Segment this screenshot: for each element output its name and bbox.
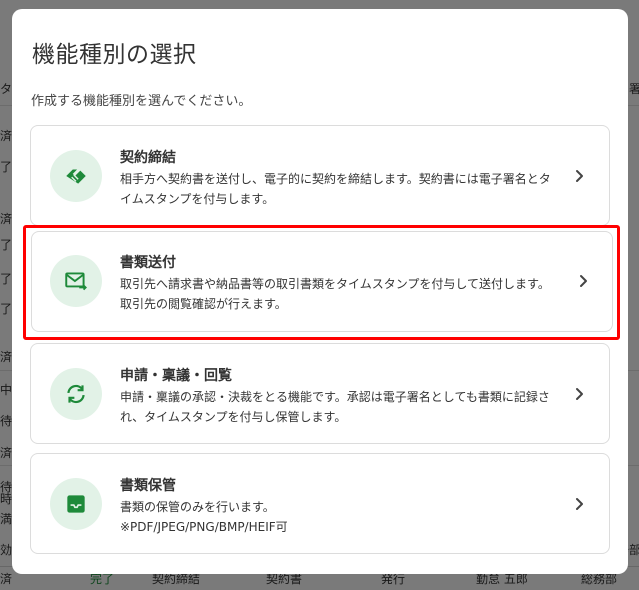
option-title: 申請・稟議・回覧 (120, 368, 232, 384)
chevron-right-icon (576, 498, 583, 510)
option-storage[interactable]: 書類保管 書類の保管のみを行います。 ※PDF/JPEG/PNG/BMP/HEI… (30, 453, 610, 554)
option-contract[interactable]: 契約締結 相手方へ契約書を送付し、電子的に契約を締結します。契約書には電子署名と… (30, 125, 610, 226)
option-description-note: ※PDF/JPEG/PNG/BMP/HEIF可 (120, 520, 288, 534)
option-description: 相手方へ契約書を送付し、電子的に契約を締結します。契約書には電子署名とタイムスタ… (120, 172, 551, 206)
sync-icon (50, 368, 102, 420)
handshake-icon (50, 150, 102, 202)
inbox-icon (50, 478, 102, 530)
option-description: 取引先へ請求書や納品書等の取引書類をタイムスタンプを付与して送付します。取引先の… (120, 277, 550, 311)
option-title: 書類保管 (120, 478, 176, 494)
option-description: 書類の保管のみを行います。 ※PDF/JPEG/PNG/BMP/HEIF可 (120, 497, 560, 537)
chevron-right-icon (580, 275, 587, 287)
option-document-send[interactable]: 書類送付 取引先へ請求書や納品書等の取引書類をタイムスタンプを付与して送付します… (23, 225, 620, 340)
function-type-dialog: 機能種別の選択 作成する機能種別を選んでください。 契約締結 相手方へ契約書を送… (12, 9, 628, 574)
chevron-right-icon (576, 388, 583, 400)
option-description-line: 書類の保管のみを行います。 (120, 500, 275, 514)
mail-send-icon (50, 255, 102, 307)
option-title: 契約締結 (120, 150, 176, 166)
chevron-right-icon (576, 170, 583, 182)
dialog-description: 作成する機能種別を選んでください。 (31, 94, 252, 109)
option-title: 書類送付 (120, 255, 176, 271)
dialog-title: 機能種別の選択 (32, 42, 197, 68)
option-card: 書類送付 取引先へ請求書や納品書等の取引書類をタイムスタンプを付与して送付します… (31, 231, 613, 332)
option-description: 申請・稟議の承認・決裁をとる機能です。承認は電子署名としても書類に記録され、タイ… (120, 390, 550, 424)
option-approval[interactable]: 申請・稟議・回覧 申請・稟議の承認・決裁をとる機能です。承認は電子署名としても書… (30, 343, 610, 444)
